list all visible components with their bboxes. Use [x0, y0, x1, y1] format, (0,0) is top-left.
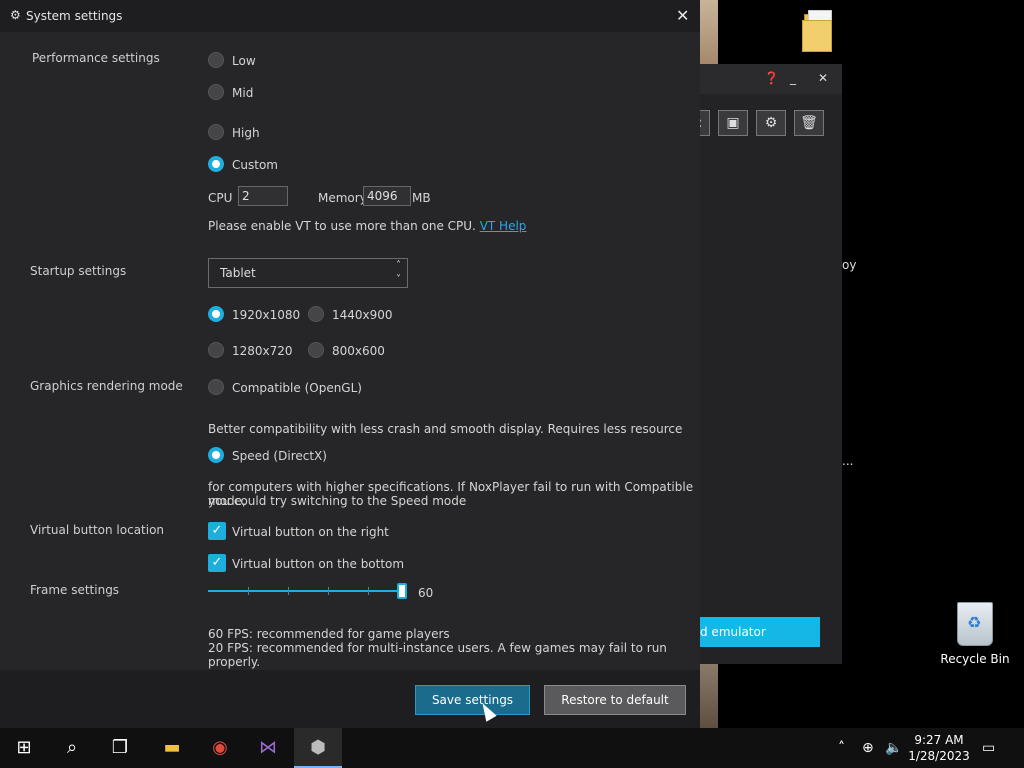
radio-custom-label: Custom [232, 158, 278, 172]
nox-player-icon[interactable]: ⬢ [294, 728, 342, 768]
task-view-icon[interactable]: ❐ [96, 728, 144, 768]
windows-start-icon[interactable]: ⊞ [0, 728, 48, 768]
compatible-description: Better compatibility with less crash and… [208, 422, 683, 436]
fps-value: 60 [418, 586, 434, 600]
radio-mid-label: Mid [232, 86, 254, 100]
trash-icon[interactable]: 🗑 [794, 110, 824, 136]
res-800x600-label: 800x600 [332, 344, 385, 358]
dialog-titlebar: ⚙ System settings ✕ [0, 0, 700, 32]
slider-tick [288, 587, 289, 595]
radio-compatible-opengl[interactable] [208, 379, 224, 395]
wallpaper-fragment [700, 0, 718, 64]
radio-low[interactable] [208, 52, 224, 68]
speed-description-line2: you could try switching to the Speed mod… [208, 494, 467, 508]
search-icon[interactable]: ⌕ [48, 728, 96, 768]
recycle-bin-label: Recycle Bin [940, 652, 1010, 666]
memory-unit: MB [412, 191, 431, 205]
cpu-field[interactable]: 2 [238, 186, 288, 206]
slider-tick [328, 587, 329, 595]
window-titlebar: ❓ _ ✕ [700, 64, 842, 94]
chevron-up-icon[interactable]: ˄ [838, 728, 845, 768]
fps-slider-track[interactable] [208, 590, 402, 592]
chrome-icon[interactable]: ◉ [196, 728, 244, 768]
side-text: oy [842, 258, 857, 272]
virtual-button-right-label: Virtual button on the right [232, 525, 389, 539]
help-icon[interactable]: ❓ [764, 71, 779, 85]
slider-tick [248, 587, 249, 595]
virtual-button-bottom-label: Virtual button on the bottom [232, 557, 405, 571]
performance-settings-label: Performance settings [32, 51, 160, 65]
compatible-opengl-label: Compatible (OpenGL) [232, 381, 362, 395]
memory-label: Memory [318, 191, 367, 205]
system-settings-dialog: ⚙ System settings ✕ Performance settings… [0, 0, 700, 728]
volume-icon[interactable]: 🔈 [885, 728, 902, 768]
virtual-button-bottom-checkbox[interactable]: ✓ [208, 554, 226, 572]
radio-custom[interactable] [208, 156, 224, 172]
frame-settings-label: Frame settings [30, 583, 120, 597]
slider-tick [368, 587, 369, 595]
clock-time: 9:27 AM [914, 733, 964, 747]
res-1440x900-label: 1440x900 [332, 308, 393, 322]
virtual-button-location-label: Virtual button location [30, 523, 165, 537]
device-select[interactable]: Tablet ˄ ˅ [208, 258, 408, 288]
radio-res-1280x720[interactable] [208, 342, 224, 358]
settings-content: Performance settings Low Mid High Custom… [0, 32, 700, 670]
file-explorer-icon[interactable]: ▬ [148, 728, 196, 768]
gear-icon[interactable]: ⚙ [756, 110, 786, 136]
radio-high-label: High [232, 126, 260, 140]
radio-low-label: Low [232, 54, 256, 68]
recycle-bin-shortcut[interactable]: Recycle Bin [940, 602, 1010, 666]
save-settings-button[interactable]: Save settings [415, 685, 530, 715]
vt-note-text: Please enable VT to use more than one CP… [208, 219, 476, 233]
radio-speed-directx[interactable] [208, 447, 224, 463]
graphics-mode-label: Graphics rendering mode [30, 379, 183, 393]
device-select-value: Tablet [220, 266, 256, 280]
image-icon[interactable]: ▣ [718, 110, 748, 136]
fps-note-20: 20 FPS: recommended for multi-instance u… [208, 641, 667, 669]
restore-default-button[interactable]: Restore to default [544, 685, 686, 715]
radio-mid[interactable] [208, 84, 224, 100]
wallpaper-fragment [700, 664, 718, 728]
virtual-button-right-checkbox[interactable]: ✓ [208, 522, 226, 540]
res-1280x720-label: 1280x720 [232, 344, 293, 358]
system-clock[interactable]: 9:27 AM 1/28/2023 [905, 732, 973, 764]
recycle-bin-icon [957, 602, 993, 646]
gear-icon: ⚙ [10, 8, 21, 22]
speed-directx-label: Speed (DirectX) [232, 449, 327, 463]
side-text: ... [842, 454, 854, 468]
clock-date: 1/28/2023 [908, 749, 970, 763]
close-icon[interactable]: ✕ [676, 6, 689, 25]
vt-help-link[interactable]: VT Help [480, 219, 527, 233]
close-icon[interactable]: ✕ [818, 71, 828, 85]
updown-chevron-icon: ˄ ˅ [396, 260, 401, 285]
notification-icon[interactable]: ▭ [982, 728, 995, 768]
dialog-title: System settings [26, 9, 123, 23]
desktop-folder-icon[interactable] [800, 8, 836, 54]
radio-high[interactable] [208, 124, 224, 140]
nox-multi-drive-window[interactable]: ❓ _ ✕ : ▣ ⚙ 🗑 oy ... d emulator [690, 64, 856, 664]
radio-res-1440x900[interactable] [308, 306, 324, 322]
startup-settings-label: Startup settings [30, 264, 127, 278]
radio-res-1920x1080[interactable] [208, 306, 224, 322]
radio-res-800x600[interactable] [308, 342, 324, 358]
fps-note-60: 60 FPS: recommended for game players [208, 627, 450, 641]
vt-note: Please enable VT to use more than one CP… [208, 219, 526, 233]
add-emulator-button[interactable]: d emulator [700, 617, 820, 647]
visual-studio-icon[interactable]: ⋈ [244, 728, 292, 768]
fps-slider-thumb[interactable] [397, 583, 407, 599]
cpu-label: CPU [208, 191, 233, 205]
taskbar: ⊞ ⌕ ❐ ▬ ◉ ⋈ ⬢ ˄ ⊕ 🔈 9:27 AM 1/28/2023 ▭ [0, 728, 1024, 768]
res-1920x1080-label: 1920x1080 [232, 308, 301, 322]
memory-field[interactable]: 4096 [363, 186, 411, 206]
minimize-icon[interactable]: _ [790, 71, 796, 85]
globe-icon[interactable]: ⊕ [862, 728, 874, 768]
